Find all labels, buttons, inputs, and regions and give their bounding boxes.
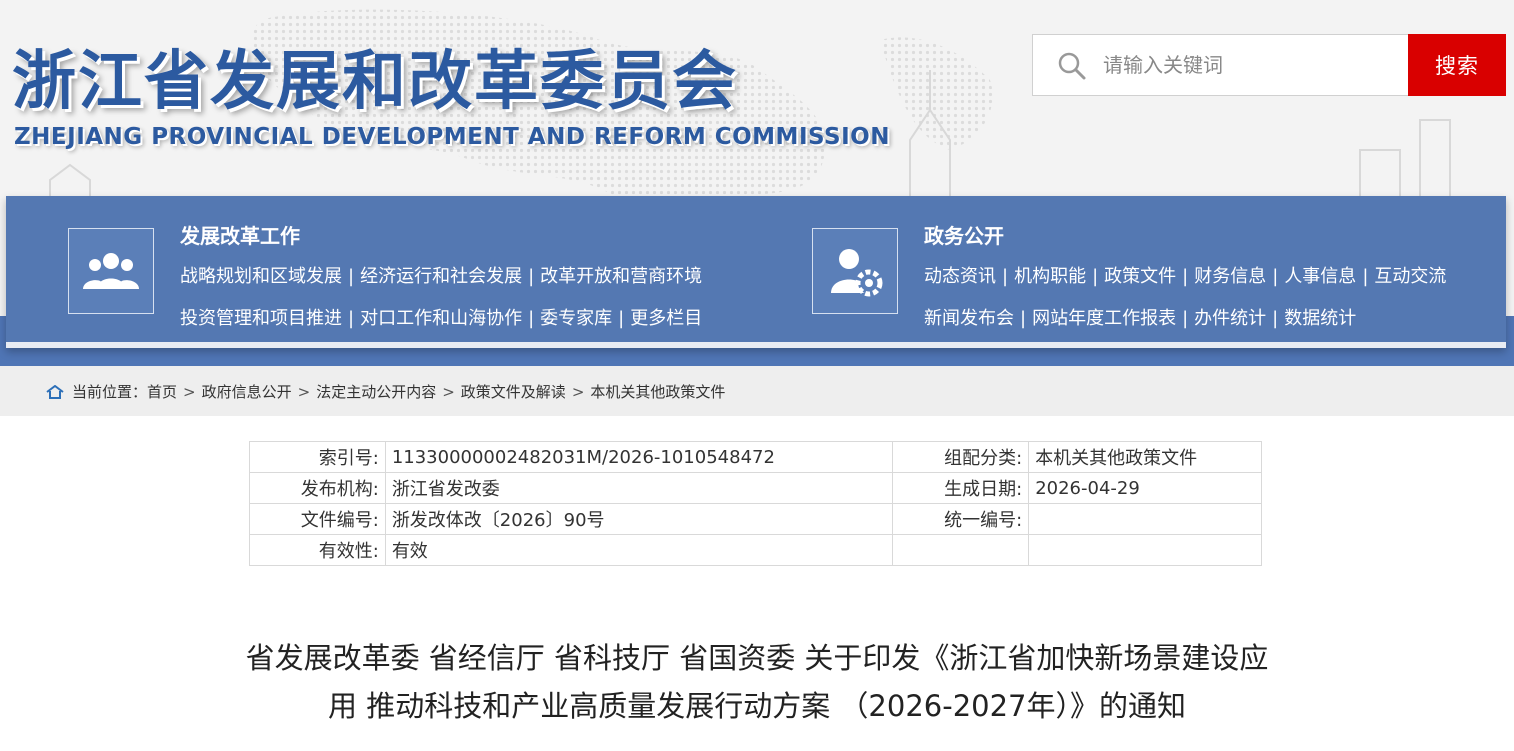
nav-link[interactable]: 数据统计 bbox=[1284, 308, 1356, 329]
site-logo-cn[interactable]: 浙江省发展和改革委员会 bbox=[12, 30, 738, 122]
nav-link[interactable]: 投资管理和项目推进 bbox=[180, 308, 342, 329]
nav-line: 动态资讯 | 机构职能 | 政策文件 | 财务信息 | 人事信息 | 互动交流 bbox=[924, 266, 1447, 287]
table-row: 索引号: 11330000002482031M/2026-1010548472 … bbox=[249, 441, 1262, 473]
site-logo-en: ZHEJIANG PROVINCIAL DEVELOPMENT AND REFO… bbox=[14, 124, 890, 150]
nav-title-government-affairs[interactable]: 政务公开 bbox=[924, 220, 1004, 249]
search-input[interactable] bbox=[1103, 43, 1403, 87]
nav-link[interactable]: 改革开放和营商环境 bbox=[540, 266, 702, 287]
document-title-line1: 省发展改革委 省经信厅 省科技厅 省国资委 关于印发《浙江省加快新场景建设应 bbox=[245, 641, 1269, 675]
table-label: 统一编号: bbox=[892, 503, 1030, 535]
user-gear-icon bbox=[812, 228, 898, 314]
nav-link[interactable]: 动态资讯 bbox=[924, 266, 996, 287]
nav-line: 新闻发布会 | 网站年度工作报表 | 办件统计 | 数据统计 bbox=[924, 308, 1357, 329]
nav-line: 投资管理和项目推进 | 对口工作和山海协作 | 委专家库 | 更多栏目 bbox=[180, 308, 703, 329]
main-nav: 发展改革工作 战略规划和区域发展 | 经济运行和社会发展 | 改革开放和营商环境 投资管… bbox=[6, 196, 1506, 348]
nav-link[interactable]: 对口工作和山海协作 bbox=[360, 308, 522, 329]
nav-group-government-affairs: 政务公开 动态资讯 | 机构职能 | 政策文件 | 财务信息 | 人事信息 | 互动交流 新闻发布会… bbox=[750, 196, 1506, 348]
nav-link[interactable]: 财务信息 bbox=[1194, 266, 1266, 287]
table-value bbox=[1028, 503, 1262, 535]
table-label bbox=[892, 534, 1030, 566]
nav-link[interactable]: 人事信息 bbox=[1284, 266, 1356, 287]
nav-link[interactable]: 经济运行和社会发展 bbox=[360, 266, 522, 287]
breadcrumb: 当前位置： 首页 > 政府信息公开 > 法定主动公开内容 > 政策文件及解读 > 本机关… bbox=[0, 366, 1514, 416]
table-row: 文件编号: 浙发改体改〔2026〕90号 统一编号: bbox=[249, 503, 1262, 535]
nav-link[interactable]: 办件统计 bbox=[1194, 308, 1266, 329]
nav-group-development-reform: 发展改革工作 战略规划和区域发展 | 经济运行和社会发展 | 改革开放和营商环境 投资管… bbox=[6, 196, 746, 348]
nav-link[interactable]: 机构职能 bbox=[1014, 266, 1086, 287]
document-info-table: 索引号: 11330000002482031M/2026-1010548472 … bbox=[249, 441, 1262, 566]
table-value: 本机关其他政策文件 bbox=[1028, 441, 1262, 473]
table-row: 有效性: 有效 bbox=[249, 534, 1262, 566]
breadcrumb-item-home[interactable]: 首页 bbox=[147, 381, 177, 402]
document-title: 省发展改革委 省经信厅 省科技厅 省国资委 关于印发《浙江省加快新场景建设应 用… bbox=[157, 634, 1357, 730]
nav-link[interactable]: 网站年度工作报表 bbox=[1032, 308, 1176, 329]
nav-link[interactable]: 战略规划和区域发展 bbox=[180, 266, 342, 287]
nav-line: 战略规划和区域发展 | 经济运行和社会发展 | 改革开放和营商环境 bbox=[180, 266, 703, 287]
search-icon bbox=[1058, 52, 1086, 80]
breadcrumb-trail: 当前位置： 首页 > 政府信息公开 > 法定主动公开内容 > 政策文件及解读 > 本机关… bbox=[46, 381, 725, 402]
search-button[interactable]: 搜索 bbox=[1408, 34, 1506, 96]
nav-link[interactable]: 新闻发布会 bbox=[924, 308, 1014, 329]
breadcrumb-item[interactable]: 本机关其他政策文件 bbox=[590, 381, 725, 402]
document-title-line2: 用 推动科技和产业高质量发展行动方案 （2026-2027年）》的通知 bbox=[327, 689, 1186, 723]
table-row: 发布机构: 浙江省发改委 生成日期: 2026-04-29 bbox=[249, 472, 1262, 504]
breadcrumb-item[interactable]: 政府信息公开 bbox=[202, 381, 292, 402]
table-label: 组配分类: bbox=[892, 441, 1030, 473]
nav-link[interactable]: 委专家库 bbox=[540, 308, 612, 329]
breadcrumb-prefix: 当前位置： bbox=[72, 383, 148, 401]
table-value: 11330000002482031M/2026-1010548472 bbox=[384, 441, 894, 473]
home-icon bbox=[46, 384, 64, 399]
table-label: 有效性: bbox=[249, 534, 386, 566]
table-label: 文件编号: bbox=[249, 503, 386, 535]
table-value: 有效 bbox=[384, 534, 894, 566]
table-value bbox=[1028, 534, 1262, 566]
table-value: 浙发改体改〔2026〕90号 bbox=[384, 503, 894, 535]
table-value: 2026-04-29 bbox=[1028, 472, 1262, 504]
nav-link[interactable]: 互动交流 bbox=[1374, 266, 1446, 287]
breadcrumb-item[interactable]: 政策文件及解读 bbox=[461, 381, 566, 402]
nav-title-development-reform[interactable]: 发展改革工作 bbox=[180, 220, 300, 249]
table-label: 索引号: bbox=[249, 441, 386, 473]
nav-link[interactable]: 政策文件 bbox=[1104, 266, 1176, 287]
breadcrumb-item[interactable]: 法定主动公开内容 bbox=[316, 381, 436, 402]
table-value: 浙江省发改委 bbox=[384, 472, 894, 504]
people-group-icon bbox=[68, 228, 154, 314]
search-box: 搜索 bbox=[1032, 34, 1506, 96]
table-label: 生成日期: bbox=[892, 472, 1030, 504]
table-label: 发布机构: bbox=[249, 472, 386, 504]
nav-link[interactable]: 更多栏目 bbox=[630, 308, 702, 329]
